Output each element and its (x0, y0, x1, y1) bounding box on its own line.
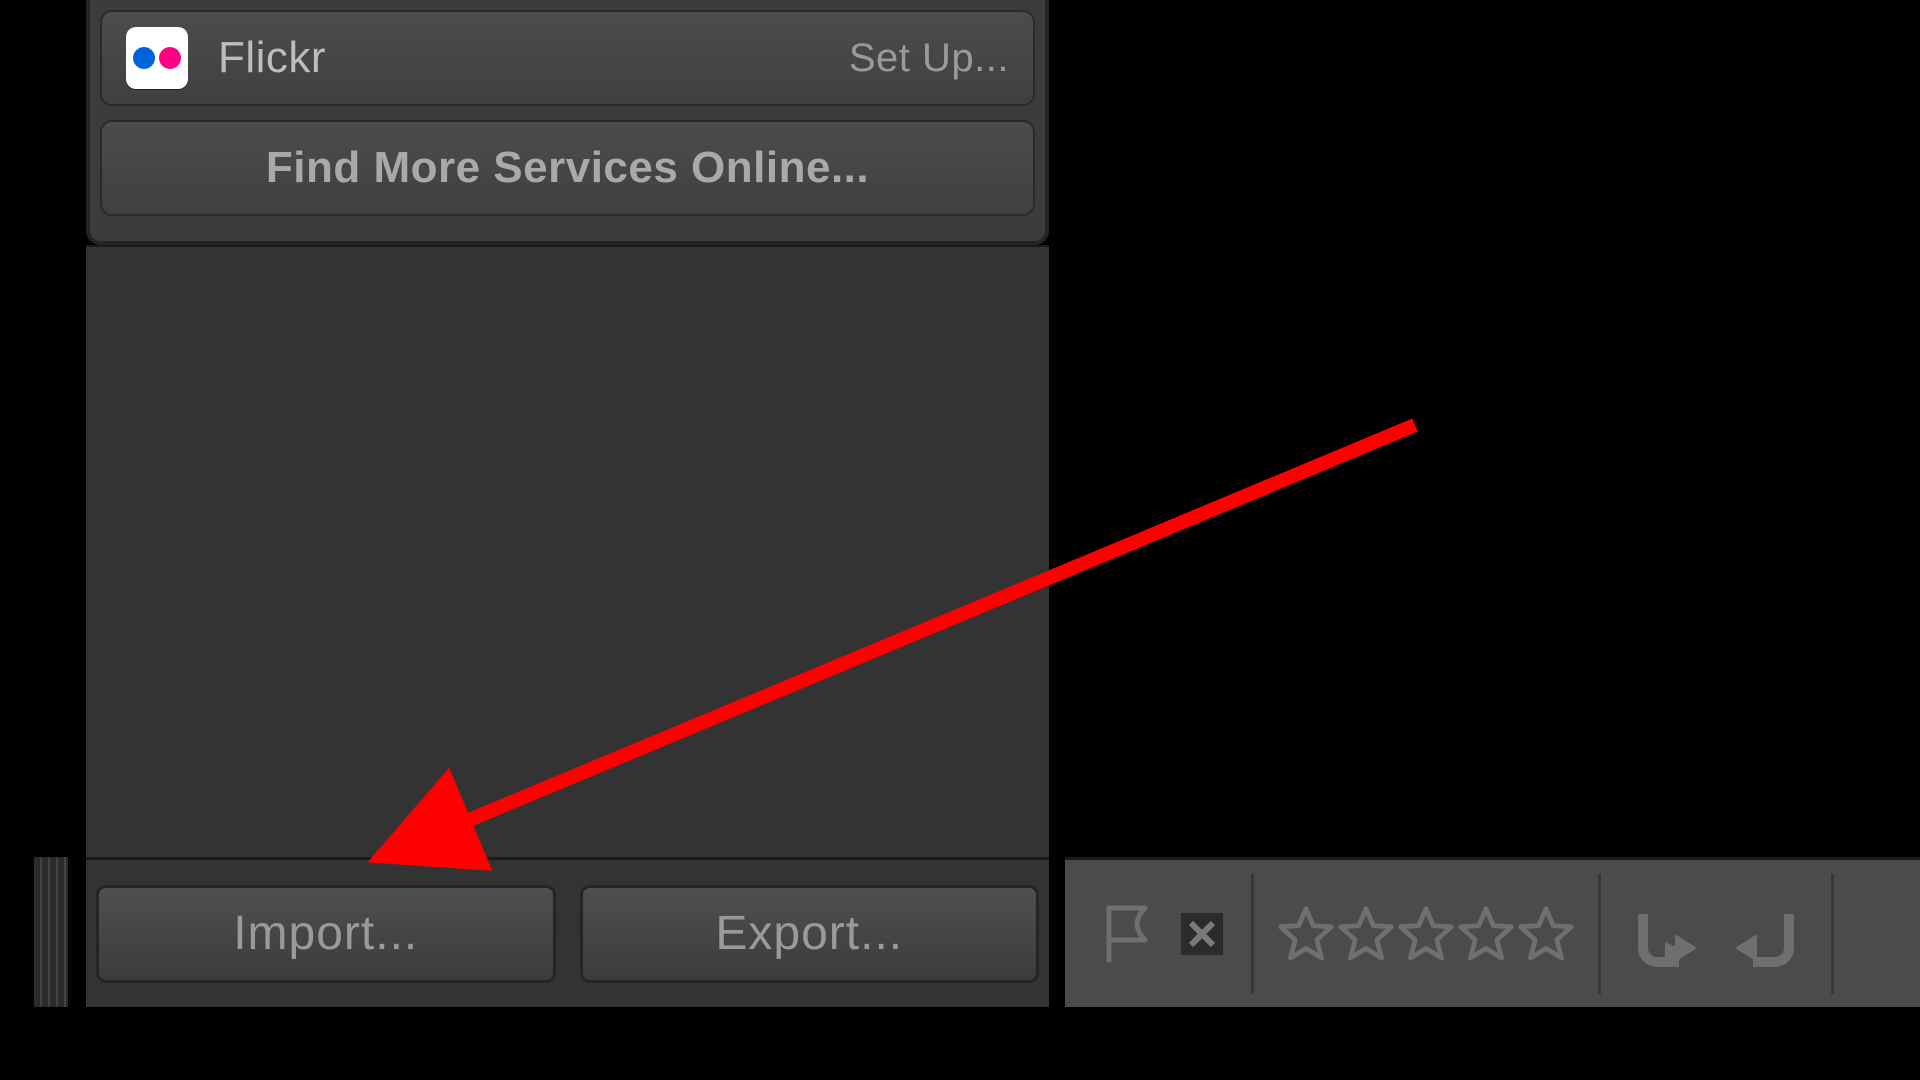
import-button-label: Import... (233, 906, 418, 961)
rotate-cw-icon[interactable] (1729, 894, 1809, 974)
toolbar-divider (1598, 874, 1601, 994)
star-icon[interactable] (1276, 904, 1336, 964)
import-export-bar: Import... Export... (86, 857, 1049, 1007)
panel-resize-grip[interactable] (34, 857, 68, 1007)
export-button-label: Export... (715, 906, 903, 961)
find-more-services-button[interactable]: Find More Services Online... (100, 120, 1035, 216)
flickr-icon (126, 27, 188, 89)
rating-stars[interactable] (1276, 904, 1576, 964)
import-button[interactable]: Import... (96, 885, 556, 983)
filmstrip-toolbar (1065, 857, 1920, 1007)
publish-services-panel: Flickr Set Up... Find More Services Onli… (86, 0, 1049, 245)
service-name-label: Flickr (218, 33, 326, 83)
left-panel-filler (86, 245, 1049, 857)
star-icon[interactable] (1336, 904, 1396, 964)
star-icon[interactable] (1456, 904, 1516, 964)
export-button[interactable]: Export... (580, 885, 1040, 983)
flag-pick-icon[interactable] (1101, 902, 1155, 966)
toolbar-divider (1831, 874, 1834, 994)
find-more-services-label: Find More Services Online... (266, 143, 869, 193)
flag-reject-icon[interactable] (1175, 907, 1229, 961)
service-setup-link[interactable]: Set Up... (849, 36, 1009, 81)
publish-service-flickr[interactable]: Flickr Set Up... (100, 10, 1035, 106)
star-icon[interactable] (1516, 904, 1576, 964)
toolbar-divider (1251, 874, 1254, 994)
rotate-ccw-icon[interactable] (1623, 894, 1703, 974)
star-icon[interactable] (1396, 904, 1456, 964)
